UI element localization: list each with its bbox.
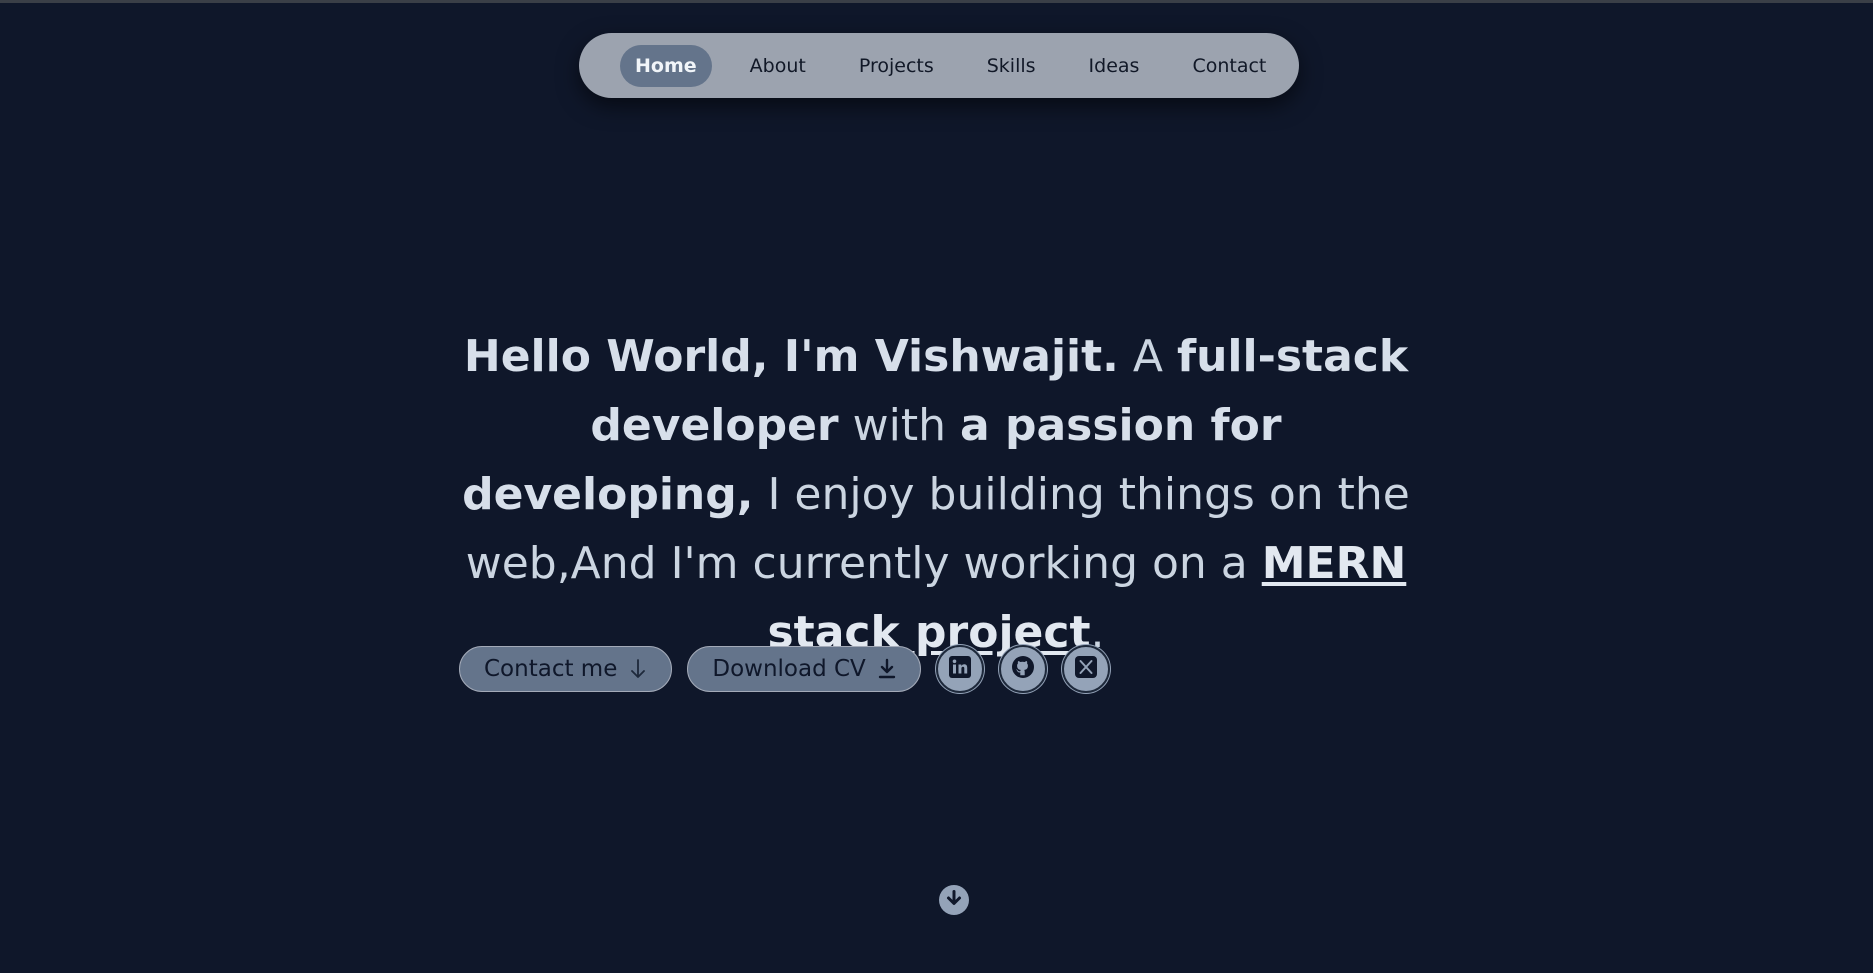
nav-item-projects[interactable]: Projects [844,45,949,87]
download-cv-button[interactable]: Download CV [687,646,921,692]
x-icon [1074,655,1098,683]
arrow-circle-down-icon [945,889,963,911]
hero-actions: Contact me Download CV [459,645,1125,693]
github-icon [1011,655,1035,683]
contact-me-button[interactable]: Contact me [459,646,673,692]
hero-greeting: Hello World, I'm Vishwajit. [463,331,1119,382]
linkedin-icon [948,655,972,683]
nav-item-skills[interactable]: Skills [972,45,1051,87]
download-cv-label: Download CV [712,656,866,682]
window-top-border [0,0,1873,3]
download-icon [878,658,896,680]
github-button[interactable] [998,645,1047,693]
arrow-down-icon [629,658,647,680]
scroll-down-button[interactable] [939,885,969,915]
x-twitter-button[interactable] [1061,645,1110,693]
nav-item-home[interactable]: Home [620,44,712,87]
nav-item-ideas[interactable]: Ideas [1074,45,1155,87]
linkedin-button[interactable] [935,645,984,693]
top-navigation: Home About Projects Skills Ideas Contact [579,33,1299,98]
nav-item-contact[interactable]: Contact [1177,45,1281,87]
contact-me-label: Contact me [484,656,618,682]
hero-text-with: with [838,400,960,451]
nav-item-about[interactable]: About [735,45,821,87]
hero-text-a: A [1118,331,1177,382]
hero-intro: Hello World, I'm Vishwajit. A full-stack… [456,322,1416,667]
